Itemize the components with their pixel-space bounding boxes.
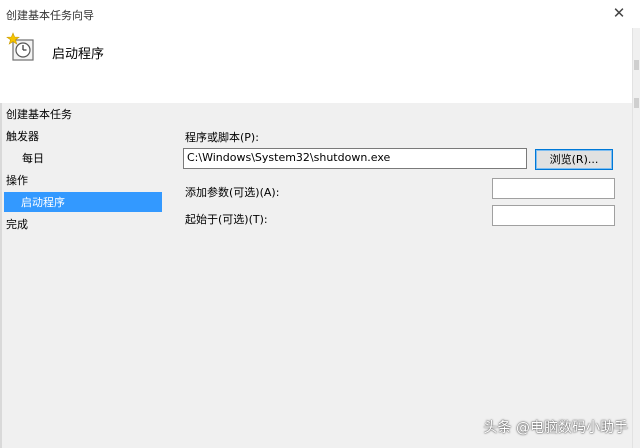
start-in-input[interactable] [492,205,615,226]
task-wizard-window: 创建基本任务向导 ✕ 启动程序 创建基本任务 触发器 每日 操作 启动程序 完成… [0,0,640,448]
nav-item-label: 启动程序 [21,196,65,209]
start-in-label: 起始于(可选)(T): [185,213,268,226]
nav-section-title[interactable]: 创建基本任务 [6,106,72,122]
left-edge-divider [0,103,2,448]
close-button[interactable]: ✕ [610,4,628,22]
nav-item-start-program[interactable]: 启动程序 [4,192,162,212]
wizard-header: 启动程序 [0,28,632,103]
nav-item-trigger[interactable]: 触发器 [6,128,39,144]
window-title: 创建基本任务向导 [6,9,94,22]
nav-item-daily[interactable]: 每日 [22,150,44,166]
scrollbar-marker [634,98,639,108]
scrollbar-marker [634,60,639,70]
program-label: 程序或脚本(P): [185,131,259,144]
page-title: 启动程序 [52,47,105,62]
program-input[interactable]: C:\Windows\System32\shutdown.exe [183,148,527,169]
watermark: 头条 @电脑数码小助手 [483,420,628,436]
nav-item-finish[interactable]: 完成 [6,216,28,232]
title-bar: 创建基本任务向导 ✕ [0,0,640,28]
nav-item-action[interactable]: 操作 [6,172,28,188]
task-scheduler-clock-icon [6,32,34,61]
args-input[interactable] [492,178,615,199]
args-label: 添加参数(可选)(A): [185,186,280,199]
vertical-scrollbar[interactable] [632,28,640,448]
browse-button[interactable]: 浏览(R)... [535,149,613,170]
